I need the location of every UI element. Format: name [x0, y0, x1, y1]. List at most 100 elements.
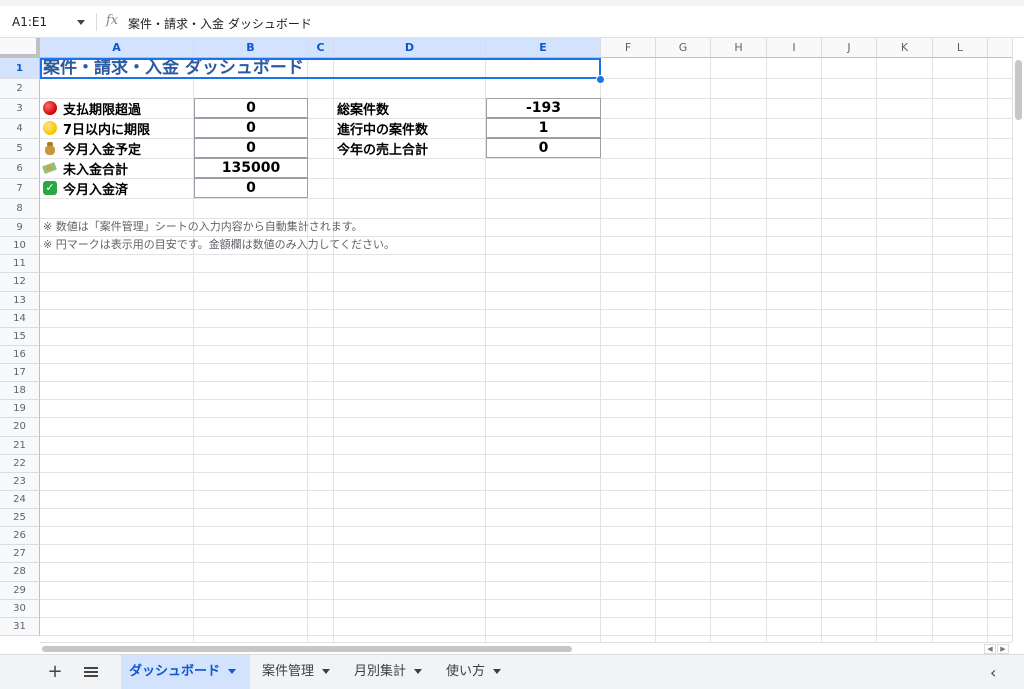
stat-value-due-7days[interactable]: 0 — [194, 118, 308, 138]
sheet-tab-bar: + ダッシュボード 案件管理 月別集計 使い方 ‹ — [0, 654, 1024, 689]
stat-label-active-projects[interactable]: 進行中の案件数 — [334, 118, 486, 138]
row-header-4[interactable]: 4 — [0, 119, 40, 139]
chevron-down-icon[interactable] — [493, 669, 502, 674]
column-header-i[interactable]: I — [767, 38, 822, 58]
row-header-5[interactable]: 5 — [0, 139, 40, 159]
row-header-13[interactable]: 13 — [0, 291, 40, 310]
row-header-20[interactable]: 20 — [0, 418, 40, 437]
scroll-left-icon[interactable]: ◀ — [984, 644, 996, 654]
fx-icon: fx — [106, 13, 119, 28]
scroll-right-icon[interactable]: ▶ — [997, 644, 1009, 654]
row-header-11[interactable]: 11 — [0, 255, 40, 274]
chevron-down-icon[interactable] — [414, 669, 423, 674]
row-header-28[interactable]: 28 — [0, 563, 40, 582]
stat-label-yearly-sales[interactable]: 今年の売上合計 — [334, 138, 486, 158]
row-header-23[interactable]: 23 — [0, 472, 40, 491]
stat-label-due-7days[interactable]: 7日以内に期限 — [40, 118, 194, 138]
row-header-3[interactable]: 3 — [0, 99, 40, 119]
all-sheets-menu-icon[interactable] — [84, 667, 98, 677]
stat-value-total-projects[interactable]: -193 — [486, 98, 601, 118]
row-header-22[interactable]: 22 — [0, 454, 40, 473]
row-header-21[interactable]: 21 — [0, 436, 40, 455]
spreadsheet-grid[interactable]: A B C D E F G H I J K L 1 2 3 4 5 6 7 8 9 10 11 12 1… — [0, 38, 1012, 642]
stat-value-active-projects[interactable]: 1 — [486, 118, 601, 138]
row-gridline — [40, 326, 1012, 328]
row-header-9[interactable]: 9 — [0, 219, 40, 238]
column-header-e[interactable]: E — [486, 38, 601, 58]
stat-value-overdue[interactable]: 0 — [194, 98, 308, 118]
row-header-14[interactable]: 14 — [0, 309, 40, 328]
chevron-down-icon[interactable] — [228, 669, 237, 674]
row-header-12[interactable]: 12 — [0, 273, 40, 292]
tab-monthly-summary[interactable]: 月別集計 — [346, 655, 432, 689]
stat-value-yearly-sales[interactable]: 0 — [486, 138, 601, 158]
column-header-c[interactable]: C — [308, 38, 334, 58]
row-header-30[interactable]: 30 — [0, 599, 40, 618]
row-header-24[interactable]: 24 — [0, 490, 40, 510]
row-gridline — [40, 634, 1012, 636]
chevron-left-icon[interactable]: ‹ — [990, 663, 996, 682]
row-gridline — [40, 290, 1012, 292]
money-bag-icon — [43, 141, 57, 155]
row-gridline — [40, 78, 1012, 79]
tab-dashboard[interactable]: ダッシュボード — [121, 655, 250, 689]
row-gridline — [40, 544, 1012, 546]
row-gridline — [40, 417, 1012, 419]
row-gridline — [40, 272, 1012, 274]
column-header-d[interactable]: D — [334, 38, 486, 58]
row-header-17[interactable]: 17 — [0, 364, 40, 383]
stat-label-total-projects[interactable]: 総案件数 — [334, 98, 486, 118]
column-header-l[interactable]: L — [933, 38, 988, 58]
column-header-a[interactable]: A — [40, 38, 194, 58]
column-header-g[interactable]: G — [656, 38, 711, 58]
add-sheet-button[interactable]: + — [44, 661, 66, 683]
chevron-down-icon[interactable] — [322, 669, 331, 674]
row-header-26[interactable]: 26 — [0, 527, 40, 546]
row-header-10[interactable]: 10 — [0, 237, 40, 256]
note-line[interactable]: ※ 数値は「案件管理」シートの入力内容から自動集計されます。 — [40, 218, 600, 236]
row-header-15[interactable]: 15 — [0, 327, 40, 346]
column-header-h[interactable]: H — [711, 38, 767, 58]
stat-label-expected-this-month[interactable]: 今月入金予定 — [40, 138, 194, 158]
stat-label-text: 今月入金済 — [63, 182, 129, 198]
page-title[interactable]: 案件・請求・入金 ダッシュボード — [40, 58, 601, 78]
vertical-scroll-thumb[interactable] — [1015, 60, 1022, 120]
row-header-29[interactable]: 29 — [0, 581, 40, 600]
stat-label-unpaid-total[interactable]: 未入金合計 — [40, 158, 194, 178]
tab-project-management[interactable]: 案件管理 — [254, 655, 340, 689]
column-header-k[interactable]: K — [877, 38, 933, 58]
row-header-19[interactable]: 19 — [0, 400, 40, 419]
row-header-2[interactable]: 2 — [0, 79, 40, 99]
formula-input[interactable]: 案件・請求・入金 ダッシュボード — [128, 15, 312, 32]
fill-handle[interactable] — [596, 75, 605, 84]
row-header-25[interactable]: 25 — [0, 509, 40, 528]
tab-label: 月別集計 — [354, 664, 407, 679]
tab-how-to-use[interactable]: 使い方 — [438, 655, 512, 689]
column-header-j[interactable]: J — [822, 38, 877, 58]
row-header-8[interactable]: 8 — [0, 199, 40, 219]
row-header-1[interactable]: 1 — [0, 58, 40, 79]
column-header-b[interactable]: B — [194, 38, 308, 58]
row-header-27[interactable]: 27 — [0, 545, 40, 564]
row-header-7[interactable]: 7 — [0, 179, 40, 199]
stat-value-unpaid-total[interactable]: 135000 — [194, 158, 308, 178]
stat-value-paid-this-month[interactable]: 0 — [194, 178, 308, 198]
row-header-16[interactable]: 16 — [0, 345, 40, 365]
row-gridline — [40, 616, 1012, 618]
chevron-down-icon[interactable] — [77, 20, 85, 25]
row-header-6[interactable]: 6 — [0, 159, 40, 179]
stat-label-text: 今月入金予定 — [63, 142, 142, 158]
vertical-scrollbar[interactable] — [1012, 38, 1024, 642]
column-gridline — [987, 58, 988, 642]
note-line[interactable]: ※ 円マークは表示用の目安です。金額欄は数値のみ入力してください。 — [40, 236, 600, 254]
stat-label-paid-this-month[interactable]: ✓ 今月入金済 — [40, 178, 194, 198]
name-box[interactable]: A1:E1 — [12, 15, 47, 29]
horizontal-scroll-thumb[interactable] — [42, 646, 572, 652]
column-header-f[interactable]: F — [601, 38, 656, 58]
row-header-18[interactable]: 18 — [0, 382, 40, 401]
stat-value-expected-this-month[interactable]: 0 — [194, 138, 308, 158]
stat-label-overdue[interactable]: 支払期限超過 — [40, 98, 194, 118]
row-gridline — [40, 471, 1012, 473]
select-all-corner[interactable] — [0, 38, 40, 58]
row-header-31[interactable]: 31 — [0, 617, 40, 636]
